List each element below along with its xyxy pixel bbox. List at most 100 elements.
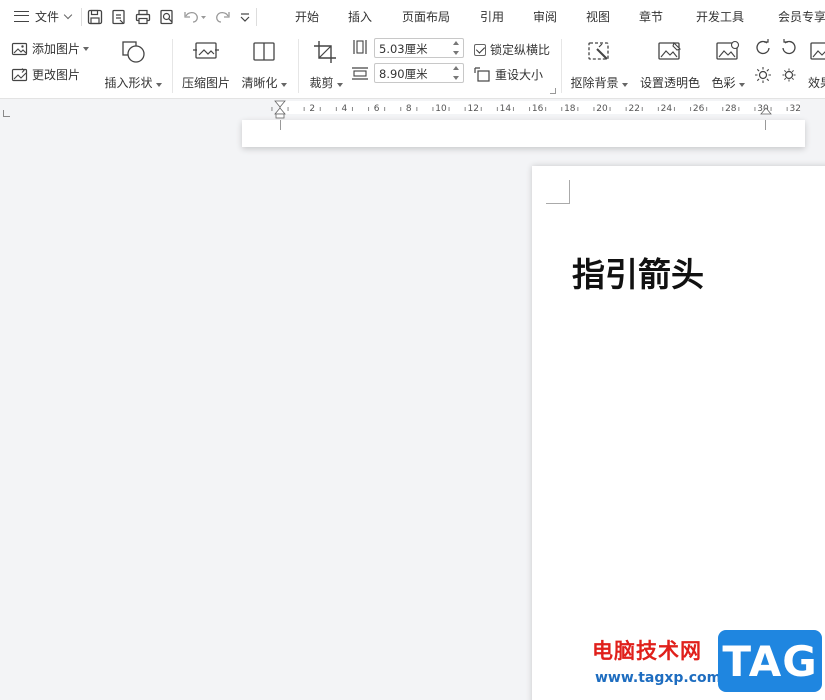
print-preview-icon[interactable] [158, 8, 176, 26]
divider [81, 7, 83, 26]
tab-references[interactable]: 引用 [480, 8, 504, 25]
remove-background-label: 抠除背景 [570, 76, 619, 90]
document-page[interactable]: 指引箭头 [532, 166, 825, 700]
width-value: 8.90厘米 [379, 67, 428, 81]
margin-marker [280, 120, 281, 130]
color-label: 色彩 [711, 76, 736, 90]
change-image-label: 更改图片 [32, 68, 81, 82]
add-image-label: 添加图片 [32, 42, 81, 56]
height-icon [351, 39, 369, 58]
ruler-label: 22 [628, 104, 639, 114]
dropdown-arrow-icon [336, 83, 343, 87]
remove-background-icon [588, 42, 609, 60]
ruler-label: 2 [309, 104, 315, 114]
reset-size-icon [474, 66, 490, 82]
ruler-label: 24 [661, 104, 673, 114]
divider [256, 7, 258, 26]
sharpen-icon [253, 42, 275, 61]
ruler-label: 10 [435, 104, 447, 114]
height-value: 5.03厘米 [379, 42, 428, 56]
color-button[interactable]: 色彩 [711, 39, 745, 91]
ruler-label: 12 [467, 104, 478, 114]
lock-aspect-ratio-checkbox[interactable]: 锁定纵横比 [474, 41, 550, 58]
ruler-label: 26 [693, 104, 705, 114]
chevron-down-icon [63, 10, 73, 19]
compress-image-button[interactable]: 压缩图片 [181, 39, 231, 91]
tab-page-layout[interactable]: 页面布局 [402, 8, 450, 25]
color-icon [716, 40, 740, 60]
tab-developer[interactable]: 开发工具 [696, 8, 744, 25]
rotate-left-icon[interactable] [755, 39, 771, 58]
dropdown-arrow-icon [280, 83, 287, 87]
tab-chapter[interactable]: 章节 [639, 8, 663, 25]
effects-button[interactable]: 效果 [808, 39, 825, 91]
hamburger-icon [14, 11, 29, 22]
tab-review[interactable]: 审阅 [533, 8, 557, 25]
sharpen-button[interactable]: 清晰化 [240, 39, 288, 91]
add-image-button[interactable]: 添加图片 [11, 40, 90, 57]
dropdown-arrow-icon [155, 83, 162, 87]
margin-marker [3, 110, 10, 117]
document-heading[interactable]: 指引箭头 [572, 248, 704, 296]
brightness-down-icon[interactable] [781, 67, 797, 86]
dropdown-arrow-icon [621, 83, 628, 87]
watermark-logo: TAG [718, 630, 822, 692]
set-transparent-color-button[interactable]: 设置透明色 [639, 39, 701, 91]
tab-home[interactable]: 开始 [295, 8, 319, 25]
tab-view[interactable]: 视图 [586, 8, 610, 25]
set-transparent-color-label: 设置透明色 [639, 76, 700, 90]
insert-shape-button[interactable]: 插入形状 [103, 39, 163, 91]
transparent-color-icon [658, 41, 682, 60]
height-input[interactable]: 5.03厘米 [374, 38, 464, 58]
previous-page [242, 120, 805, 147]
ruler-label: 4 [342, 104, 348, 114]
divider [298, 39, 299, 93]
brightness-up-icon[interactable] [755, 67, 771, 86]
width-icon [351, 65, 369, 84]
rotate-right-icon[interactable] [781, 39, 797, 58]
lock-aspect-ratio-label: 锁定纵横比 [490, 43, 551, 57]
ruler-label: 14 [500, 104, 512, 114]
ruler-label: 6 [374, 104, 380, 114]
customize-toolbar-icon[interactable] [238, 8, 252, 26]
horizontal-ruler[interactable]: 2 4 6 8 10 12 14 16 18 20 22 24 26 28 30 32 [0, 99, 825, 120]
ruler-label: 32 [789, 104, 800, 114]
dialog-launcher-icon[interactable] [550, 88, 556, 94]
reset-size-button[interactable]: 重设大小 [474, 66, 543, 83]
save-icon[interactable] [86, 8, 104, 26]
width-input[interactable]: 8.90厘米 [374, 63, 464, 83]
crop-label: 裁剪 [309, 76, 334, 90]
print-icon[interactable] [134, 8, 152, 26]
file-menu-button[interactable]: 文件 [0, 0, 77, 33]
effects-label: 效果 [808, 76, 825, 90]
undo-icon[interactable] [182, 8, 208, 26]
shape-icon [122, 41, 145, 63]
export-pdf-icon[interactable] [110, 8, 128, 26]
ruler-label: 16 [532, 104, 544, 114]
file-menu-label: 文件 [35, 10, 60, 24]
sharpen-label: 清晰化 [241, 76, 278, 90]
remove-background-button[interactable]: 抠除背景 [570, 39, 628, 91]
spinner-icon[interactable] [453, 41, 460, 55]
effects-icon [810, 42, 825, 60]
change-image-button[interactable]: 更改图片 [11, 66, 80, 83]
margin-corner-marker [546, 180, 570, 204]
watermark-site-name: 电脑技术网 [592, 639, 702, 663]
divider [561, 39, 562, 93]
quick-access-toolbar [86, 8, 252, 26]
tab-member[interactable]: 会员专享 [778, 8, 825, 25]
picture-tools-ribbon: 添加图片 更改图片 插入形状 压缩图片 清晰化 裁剪 5.03厘米 8.90厘米… [0, 33, 825, 99]
reset-size-label: 重设大小 [495, 68, 544, 82]
spinner-icon[interactable] [453, 66, 460, 80]
add-image-icon [11, 42, 28, 55]
ruler-label: 8 [406, 104, 412, 114]
redo-icon[interactable] [214, 8, 232, 26]
left-indent-marker [275, 113, 285, 119]
tab-insert[interactable]: 插入 [348, 8, 372, 25]
crop-button[interactable]: 裁剪 [306, 39, 346, 91]
ruler-label: 18 [564, 104, 576, 114]
checkbox-checked-icon [474, 43, 486, 56]
dropdown-arrow-icon [738, 83, 745, 87]
ruler-label: 20 [596, 104, 608, 114]
crop-icon [314, 41, 336, 63]
